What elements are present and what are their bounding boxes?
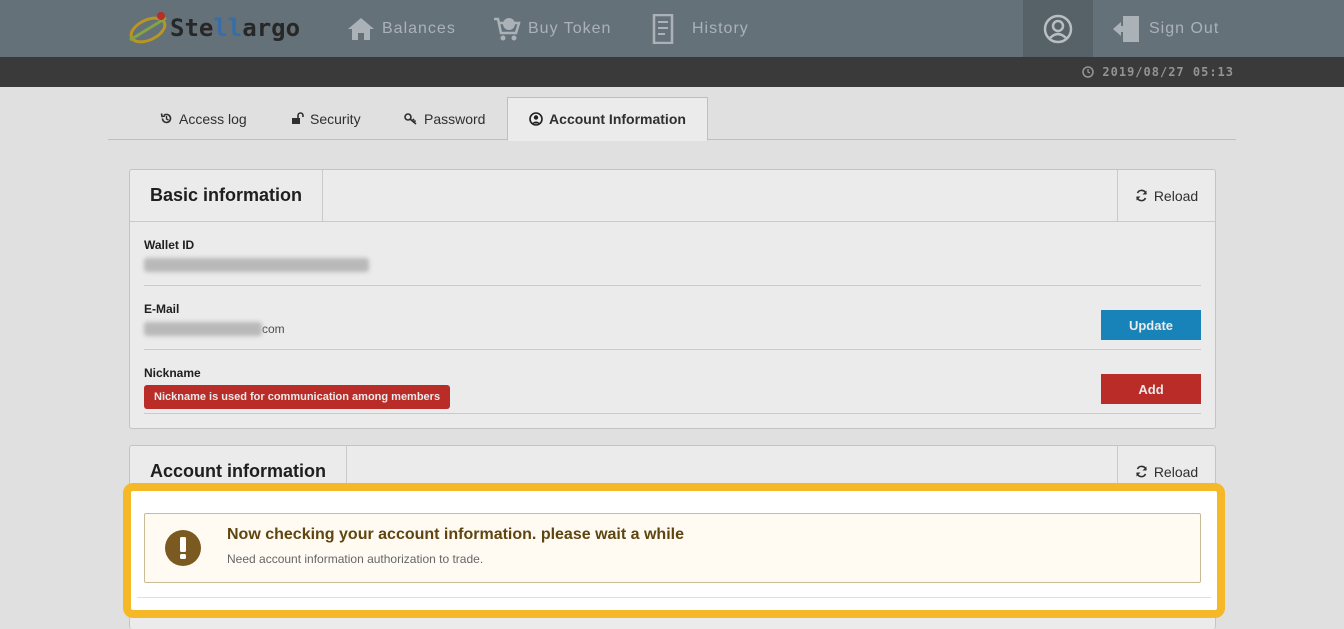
exclamation-glyph-icon xyxy=(180,537,186,559)
exclamation-icon xyxy=(165,530,201,566)
divider xyxy=(137,597,1211,598)
alert-subtitle: Need account information authorization t… xyxy=(227,552,484,566)
alert-title: Now checking your account information. p… xyxy=(227,526,684,543)
verification-alert: Now checking your account information. p… xyxy=(144,513,1201,583)
highlighted-alert-region: Now checking your account information. p… xyxy=(123,483,1225,618)
